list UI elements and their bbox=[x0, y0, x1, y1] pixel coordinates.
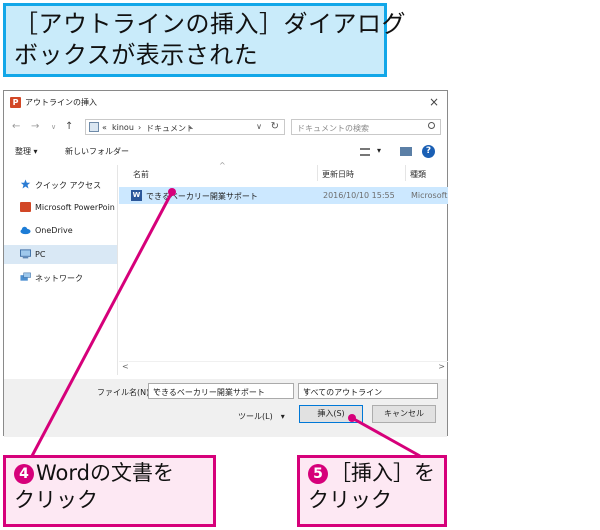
breadcrumb-kinou[interactable]: kinou bbox=[112, 123, 134, 132]
nav-item-pc[interactable]: PC bbox=[4, 245, 117, 264]
word-document-icon: W bbox=[131, 190, 142, 201]
callout-5-line-2: クリック bbox=[308, 488, 392, 512]
network-icon bbox=[20, 272, 31, 281]
nav-item-powerpoint[interactable]: Microsoft PowerPoin bbox=[4, 198, 117, 217]
new-folder-button[interactable]: 新しいフォルダー bbox=[65, 146, 129, 157]
callout-4-line-1: 4 Wordの文書を bbox=[14, 460, 205, 487]
star-icon bbox=[20, 179, 31, 189]
callout-5-text: ［挿入］を bbox=[330, 461, 435, 485]
cancel-button[interactable]: キャンセル bbox=[372, 405, 436, 423]
powerpoint-icon bbox=[20, 202, 31, 212]
file-type: Microsoft bbox=[411, 191, 448, 200]
scroll-right-icon[interactable]: > bbox=[438, 362, 445, 371]
nav-item-label: Microsoft PowerPoin bbox=[35, 203, 115, 212]
nav-item-onedrive[interactable]: OneDrive bbox=[4, 221, 117, 240]
insert-button[interactable]: 挿入(S) bbox=[299, 405, 363, 423]
file-modified: 2016/10/10 15:55 bbox=[323, 191, 395, 200]
filename-field[interactable]: できるベーカリー開業サポート ∨ bbox=[148, 383, 294, 399]
search-icon bbox=[428, 122, 435, 129]
search-input[interactable]: ドキュメントの検索 bbox=[291, 119, 441, 135]
nav-item-network[interactable]: ネットワーク bbox=[4, 268, 117, 287]
nav-item-label: ネットワーク bbox=[35, 274, 83, 283]
refresh-icon[interactable]: ↻ bbox=[271, 121, 279, 132]
step-5-badge: 5 bbox=[308, 464, 328, 484]
path-dropdown-icon[interactable]: ∨ bbox=[256, 122, 262, 131]
banner-line-1: ［アウトラインの挿入］ダイアログ bbox=[14, 10, 406, 38]
column-header-type[interactable]: 種類 bbox=[410, 169, 426, 180]
callout-5-line-1: 5 ［挿入］を bbox=[308, 460, 436, 487]
nav-item-label: クイック アクセス bbox=[35, 181, 102, 190]
file-type-dropdown-icon[interactable]: ∨ bbox=[303, 386, 433, 395]
path-box[interactable]: « kinou › ドキュメント › ∨ ↻ bbox=[85, 119, 285, 135]
step-4-badge: 4 bbox=[14, 464, 34, 484]
file-row-word-document[interactable]: W できるベーカリー開業サポート 2016/10/10 15:55 Micros… bbox=[119, 187, 448, 204]
forward-icon[interactable]: → bbox=[31, 121, 39, 132]
callout-step-5: 5 ［挿入］を クリック bbox=[297, 455, 447, 527]
callout-step-4: 4 Wordの文書を クリック bbox=[3, 455, 216, 527]
help-icon[interactable]: ? bbox=[422, 145, 435, 158]
tools-menu-button[interactable]: ツール(L) ▾ bbox=[238, 411, 285, 422]
organize-button[interactable]: 整理 ▾ bbox=[15, 146, 38, 157]
scroll-left-icon[interactable]: < bbox=[122, 362, 129, 371]
navigation-pane: クイック アクセス Microsoft PowerPoin OneDrive P… bbox=[4, 165, 118, 375]
view-dropdown-icon[interactable]: ▾ bbox=[377, 146, 381, 155]
sort-ascending-icon: ^ bbox=[219, 161, 226, 170]
up-folder-icon[interactable]: ↑ bbox=[65, 121, 73, 132]
nav-item-label: PC bbox=[35, 250, 46, 259]
address-bar: ← → ∨ ↑ « kinou › ドキュメント › ∨ ↻ ドキュメントの検索 bbox=[4, 117, 447, 137]
banner-line-2: ボックスが表示された bbox=[14, 41, 259, 69]
callout-4-text: Wordの文書を bbox=[36, 461, 174, 485]
computer-icon bbox=[20, 249, 31, 259]
column-divider[interactable] bbox=[317, 165, 318, 181]
filename-dropdown-icon[interactable]: ∨ bbox=[153, 386, 289, 395]
file-name: できるベーカリー開業サポート bbox=[146, 192, 258, 201]
preview-pane-icon[interactable] bbox=[400, 147, 412, 156]
breadcrumb-separator: › bbox=[138, 123, 142, 132]
dialog-titlebar: P アウトラインの挿入 × bbox=[4, 91, 447, 113]
dialog-title: アウトラインの挿入 bbox=[25, 98, 97, 107]
column-divider[interactable] bbox=[405, 165, 406, 181]
horizontal-scrollbar[interactable]: < > bbox=[119, 361, 448, 374]
nav-item-quick-access[interactable]: クイック アクセス bbox=[4, 175, 117, 194]
close-button[interactable]: × bbox=[429, 95, 439, 109]
insert-outline-dialog: P アウトラインの挿入 × ← → ∨ ↑ « kinou › ドキュメント ›… bbox=[3, 90, 448, 437]
filename-label: ファイル名(N): bbox=[97, 388, 152, 397]
nav-item-label: OneDrive bbox=[35, 226, 73, 235]
back-icon[interactable]: ← bbox=[12, 121, 20, 132]
breadcrumb-documents[interactable]: ドキュメント bbox=[146, 123, 194, 134]
dialog-footer: ファイル名(N): できるベーカリー開業サポート ∨ すべてのアウトライン ∨ … bbox=[4, 379, 447, 437]
file-list: 名前 ^ 更新日時 種類 W できるベーカリー開業サポート 2016/10/10… bbox=[119, 161, 448, 375]
command-toolbar: 整理 ▾ 新しいフォルダー ▾ ? bbox=[4, 143, 447, 161]
callout-4-line-2: クリック bbox=[14, 488, 98, 512]
column-header-name[interactable]: 名前 bbox=[133, 169, 149, 180]
computer-icon bbox=[89, 122, 99, 132]
view-options-icon[interactable] bbox=[360, 148, 370, 156]
breadcrumb-separator: › bbox=[189, 123, 193, 132]
recent-dropdown-icon[interactable]: ∨ bbox=[51, 123, 56, 131]
cloud-icon bbox=[20, 226, 31, 235]
file-type-select[interactable]: すべてのアウトライン ∨ bbox=[298, 383, 438, 399]
breadcrumb-overflow[interactable]: « bbox=[102, 123, 107, 132]
column-header-modified[interactable]: 更新日時 bbox=[322, 169, 354, 180]
instruction-banner: ［アウトラインの挿入］ダイアログ ボックスが表示された bbox=[3, 3, 406, 77]
search-placeholder: ドキュメントの検索 bbox=[297, 124, 369, 133]
powerpoint-icon: P bbox=[10, 97, 21, 108]
